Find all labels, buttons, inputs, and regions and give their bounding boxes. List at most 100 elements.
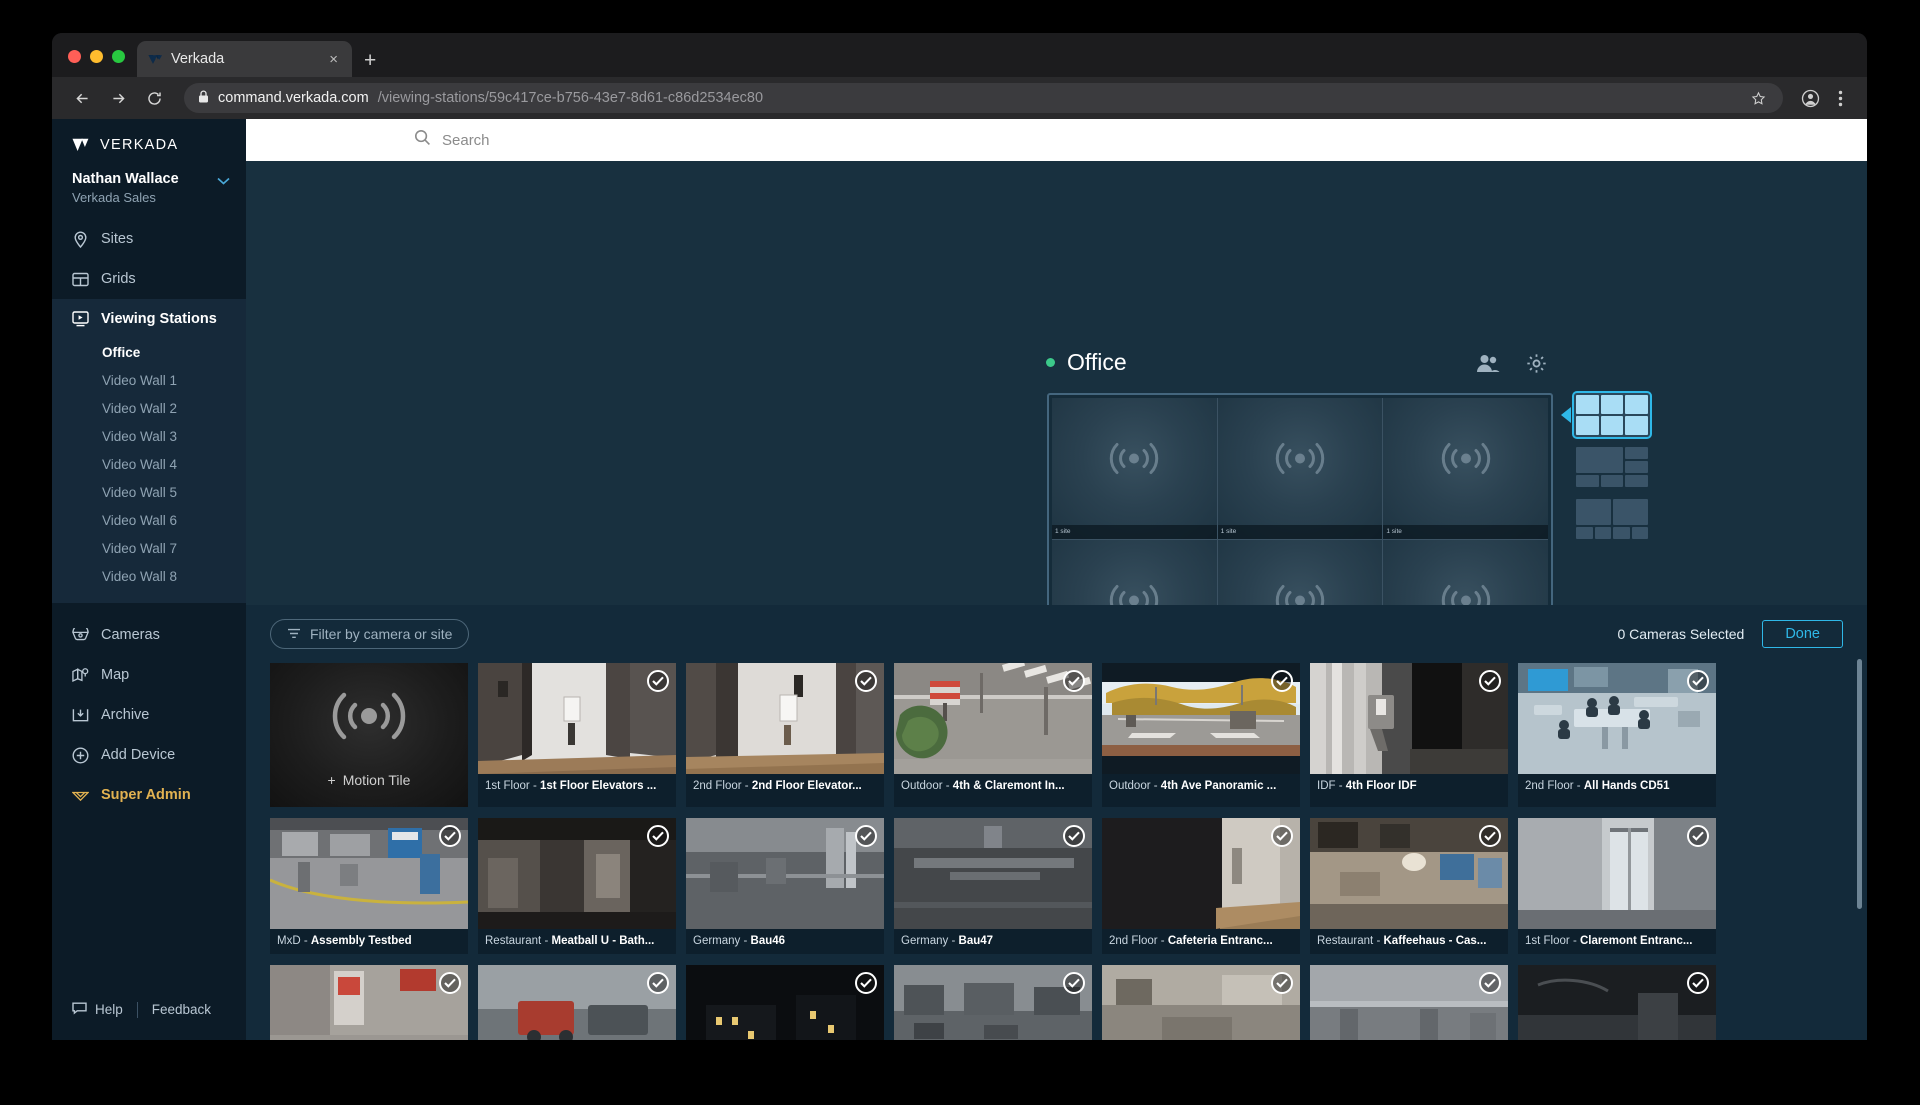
wall-tile-label: 1 site [1217, 524, 1383, 539]
camera-card[interactable]: Outdoor - 4th & Claremont In... [894, 663, 1092, 807]
camera-card[interactable]: Restaurant - Meatball U - Bath... [478, 818, 676, 954]
camera-card[interactable] [686, 965, 884, 1040]
check-circle-icon[interactable] [647, 670, 669, 692]
sidebar-subitem-video-wall-5[interactable]: Video Wall 5 [52, 479, 246, 507]
gear-icon[interactable] [1526, 353, 1547, 379]
camera-card[interactable]: Germany - Bau47 [894, 818, 1092, 954]
search-input[interactable]: Search [414, 129, 490, 151]
sidebar-subitem-video-wall-8[interactable]: Video Wall 8 [52, 563, 246, 591]
camera-card[interactable]: Germany - Bau46 [686, 818, 884, 954]
wall-tile[interactable]: 1 site [1052, 539, 1217, 605]
check-circle-icon[interactable] [1063, 825, 1085, 847]
help-button[interactable]: Help [72, 1001, 123, 1018]
check-circle-icon[interactable] [1687, 670, 1709, 692]
sidebar-item-map[interactable]: Map [52, 655, 246, 695]
wall-tile[interactable]: 1 site [1383, 398, 1548, 539]
video-wall-preview[interactable]: 1 site 1 site 1 site 1 site [1047, 393, 1553, 605]
camera-card[interactable] [1102, 965, 1300, 1040]
sidebar-item-archive[interactable]: Archive [52, 695, 246, 735]
sidebar-subitem-video-wall-3[interactable]: Video Wall 3 [52, 423, 246, 451]
sidebar-item-grids[interactable]: Grids [52, 259, 246, 299]
camera-card[interactable]: 1st Floor - 1st Floor Elevators ... [478, 663, 676, 807]
brand[interactable]: VERKADA [52, 119, 246, 169]
check-circle-icon[interactable] [647, 972, 669, 994]
check-circle-icon[interactable] [1271, 972, 1293, 994]
forward-arrow-icon[interactable] [102, 83, 134, 113]
sidebar-item-super-admin[interactable]: Super Admin [52, 775, 246, 815]
sidebar-subitem-video-wall-2[interactable]: Video Wall 2 [52, 395, 246, 423]
camera-filter-input[interactable]: Filter by camera or site [270, 619, 470, 649]
sidebar-subitem-video-wall-7[interactable]: Video Wall 7 [52, 535, 246, 563]
reload-icon[interactable] [138, 83, 170, 113]
camera-card[interactable]: 2nd Floor - All Hands CD51 [1518, 663, 1716, 807]
wall-tile[interactable]: 1 site [1217, 398, 1383, 539]
camera-card[interactable]: 2nd Floor - Cafeteria Entranc... [1102, 818, 1300, 954]
close-window-button[interactable] [68, 50, 81, 63]
check-circle-icon[interactable] [439, 825, 461, 847]
camera-card[interactable]: 2nd Floor - 2nd Floor Elevator... [686, 663, 884, 807]
check-circle-icon[interactable] [439, 972, 461, 994]
check-circle-icon[interactable] [647, 825, 669, 847]
browser-tab[interactable]: Verkada × [137, 41, 352, 77]
check-circle-icon[interactable] [1479, 825, 1501, 847]
check-circle-icon[interactable] [1479, 670, 1501, 692]
camera-thumbnail [1518, 965, 1716, 1040]
sidebar-item-sites[interactable]: Sites [52, 219, 246, 259]
camera-card[interactable] [1310, 965, 1508, 1040]
camera-grid-scrollbar[interactable] [1857, 659, 1862, 909]
camera-card[interactable]: Restaurant - Kaffeehaus - Cas... [1310, 818, 1508, 954]
kebab-menu-icon[interactable] [1827, 85, 1853, 111]
check-circle-icon[interactable] [1271, 825, 1293, 847]
sidebar-subitem-video-wall-6[interactable]: Video Wall 6 [52, 507, 246, 535]
wall-tile[interactable]: 1 site [1052, 398, 1217, 539]
tab-close-icon[interactable]: × [325, 50, 342, 69]
motion-tile-card[interactable]: + Motion Tile [270, 663, 468, 807]
minimize-window-button[interactable] [90, 50, 103, 63]
camera-card[interactable] [894, 965, 1092, 1040]
check-circle-icon[interactable] [1063, 670, 1085, 692]
profile-avatar-icon[interactable] [1797, 85, 1823, 111]
org-switcher[interactable]: Nathan Wallace Verkada Sales [52, 169, 246, 219]
help-label: Help [95, 1002, 123, 1017]
star-icon[interactable] [1745, 85, 1771, 111]
sidebar-item-cameras[interactable]: Cameras [52, 615, 246, 655]
back-arrow-icon[interactable] [66, 83, 98, 113]
sidebar-item-viewing-stations[interactable]: Viewing Stations [52, 299, 246, 339]
camera-card[interactable]: MxD - Assembly Testbed [270, 818, 468, 954]
sidebar-subitem-video-wall-1[interactable]: Video Wall 1 [52, 367, 246, 395]
camera-card[interactable]: IDF - 4th Floor IDF [1310, 663, 1508, 807]
sidebar-item-add-device[interactable]: Add Device [52, 735, 246, 775]
camera-thumbnail [686, 965, 884, 1040]
chevron-down-icon[interactable] [217, 172, 230, 190]
check-circle-icon[interactable] [855, 825, 877, 847]
layout-option-3x2[interactable] [1561, 391, 1652, 439]
check-circle-icon[interactable] [1479, 972, 1501, 994]
layout-option-1-plus-5[interactable] [1574, 445, 1650, 489]
camera-card[interactable]: 1st Floor - Claremont Entranc... [1518, 818, 1716, 954]
check-circle-icon[interactable] [1271, 670, 1293, 692]
sidebar-subitem-office[interactable]: Office [52, 339, 246, 367]
check-circle-icon[interactable] [1687, 825, 1709, 847]
feedback-label: Feedback [151, 1002, 212, 1017]
check-circle-icon[interactable] [1687, 972, 1709, 994]
camera-card[interactable] [270, 965, 468, 1040]
camera-card[interactable]: Outdoor - 4th Ave Panoramic ... [1102, 663, 1300, 807]
camera-name: Outdoor - 4th & Claremont In... [901, 780, 1065, 792]
camera-card[interactable] [1518, 965, 1716, 1040]
wall-tile[interactable]: 1 site [1383, 539, 1548, 605]
check-circle-icon[interactable] [1063, 972, 1085, 994]
page-title: Office [1067, 349, 1127, 375]
people-icon[interactable] [1476, 353, 1500, 379]
top-search-bar: Search [246, 119, 1867, 161]
layout-option-2-plus-4[interactable] [1574, 497, 1650, 541]
camera-card[interactable] [478, 965, 676, 1040]
maximize-window-button[interactable] [112, 50, 125, 63]
wall-tile[interactable]: 1 site [1217, 539, 1383, 605]
new-tab-button[interactable]: + [364, 50, 376, 71]
address-bar[interactable]: command.verkada.com /viewing-stations/59… [184, 83, 1783, 113]
feedback-button[interactable]: Feedback [152, 1002, 211, 1017]
done-button[interactable]: Done [1762, 620, 1843, 648]
check-circle-icon[interactable] [855, 972, 877, 994]
check-circle-icon[interactable] [855, 670, 877, 692]
sidebar-subitem-video-wall-4[interactable]: Video Wall 4 [52, 451, 246, 479]
